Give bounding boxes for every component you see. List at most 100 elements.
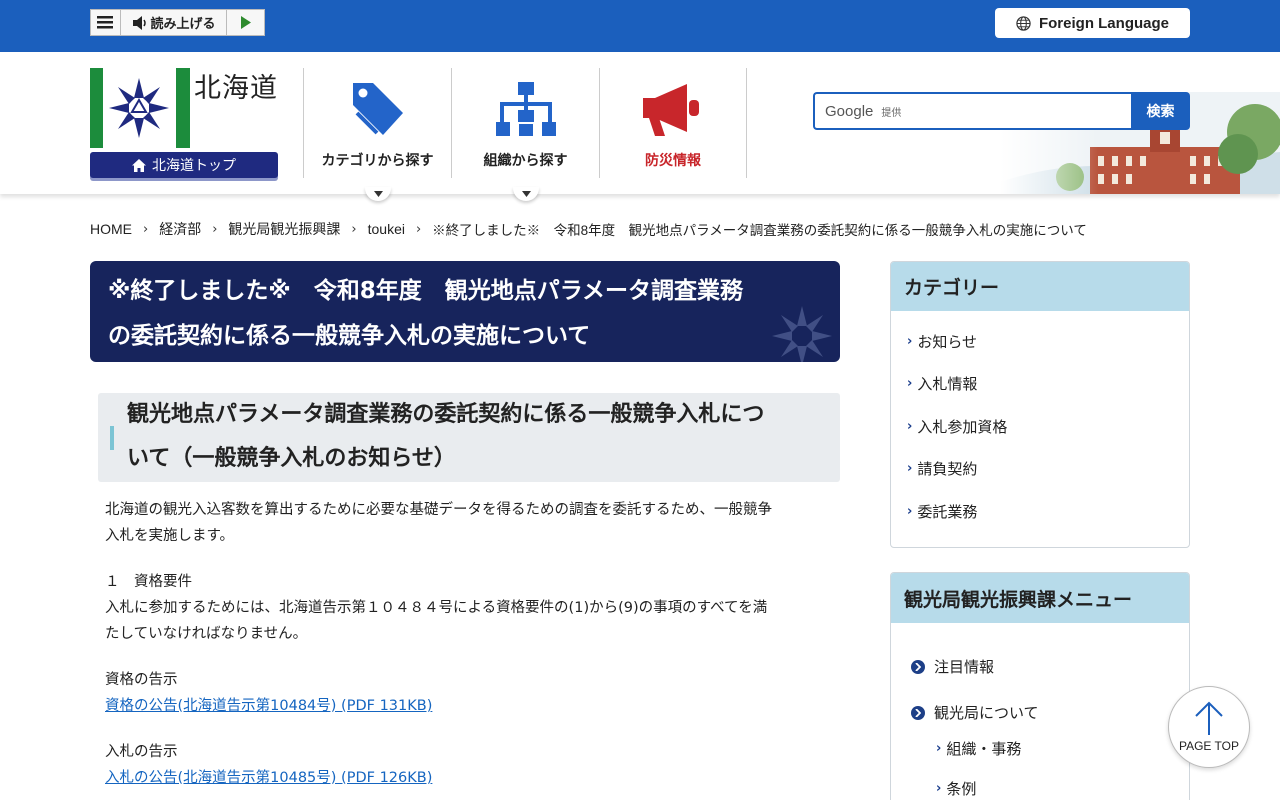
org-chart-icon xyxy=(495,82,556,136)
page-top-label: PAGE TOP xyxy=(1178,739,1240,753)
nav-organization-search[interactable]: 組織から探す xyxy=(451,68,599,178)
hokkaido-top-button[interactable]: 北海道トップ xyxy=(90,152,278,178)
category-item-bid-info[interactable]: › 入札情報 xyxy=(907,373,977,394)
emblem-watermark-icon xyxy=(772,306,832,362)
chevron-right-icon: › xyxy=(936,741,942,756)
chevron-right-icon: › xyxy=(907,376,913,391)
read-aloud-button[interactable]: 読み上げる xyxy=(120,10,228,35)
chevron-right-icon: › xyxy=(907,419,913,434)
page-title-line-1: ※終了しました※ 令和8年度 観光地点パラメータ調査業務 xyxy=(108,278,744,304)
breadcrumb-current: ※終了しました※ 令和8年度 観光地点パラメータ調査業務の委託契約に係る一般競争… xyxy=(432,223,1087,238)
qualification-notice-pdf-link[interactable]: 資格の公告(北海道告示第10484号) (PDF 131KB) xyxy=(105,698,432,714)
google-provided-label: 提供 xyxy=(881,107,902,119)
menu-icon xyxy=(97,16,114,29)
logo-text: 北海道 xyxy=(194,73,278,104)
section-heading-line-1: 観光地点パラメータ調査業務の委託契約に係る一般競争入札につ xyxy=(127,402,765,427)
section-heading: 観光地点パラメータ調査業務の委託契約に係る一般競争入札につ いて（一般競争入札の… xyxy=(98,393,840,482)
chevron-down-icon xyxy=(521,191,531,197)
foreign-language-label: Foreign Language xyxy=(1038,14,1169,32)
menu-item-about-tourism-bureau[interactable]: 観光局について xyxy=(911,702,1039,723)
breadcrumb: HOME › 経済部 › 観光局観光振興課 › toukei › ※終了しました… xyxy=(90,219,1087,239)
search-input[interactable]: Google 提供 xyxy=(813,92,1131,130)
category-item-contract[interactable]: › 請負契約 xyxy=(907,458,977,479)
home-icon xyxy=(132,158,146,172)
breadcrumb-home[interactable]: HOME xyxy=(90,221,132,237)
menu-item-label: 観光局について xyxy=(934,704,1039,722)
nav-disaster-label: 防災情報 xyxy=(645,153,701,169)
search-button[interactable]: 検索 xyxy=(1131,92,1190,130)
hokkaido-top-label: 北海道トップ xyxy=(152,158,236,174)
chevron-right-icon: › xyxy=(415,221,422,237)
chevron-down-icon xyxy=(373,191,383,197)
hokkaido-logo[interactable]: 北海道 xyxy=(90,68,280,148)
tag-icon xyxy=(352,83,403,135)
nav-disaster-info[interactable]: 防災情報 xyxy=(599,68,747,178)
site-search: Google 提供 検索 xyxy=(813,92,1190,130)
menu-subitem-label: 条例 xyxy=(946,780,977,798)
menu-subitem-label: 組織・事務 xyxy=(946,740,1022,758)
chevron-right-icon: › xyxy=(936,781,942,796)
qualification-notice: 資格の告示 資格の公告(北海道告示第10484号) (PDF 131KB) xyxy=(105,667,840,719)
globe-icon xyxy=(1016,15,1031,31)
category-item-bid-qualification[interactable]: › 入札参加資格 xyxy=(907,416,1007,437)
chevron-right-icon: › xyxy=(907,334,913,349)
category-item-oshirase[interactable]: › お知らせ xyxy=(907,331,977,352)
page-title-line-2: の委託契約に係る一般競争入札の実施について xyxy=(108,323,591,349)
category-item-label: 入札参加資格 xyxy=(917,418,1008,436)
category-title: カテゴリー xyxy=(891,262,1189,311)
nav-category-label: カテゴリから探す xyxy=(321,153,434,169)
page-title: ※終了しました※ 令和8年度 観光地点パラメータ調査業務 の委託契約に係る一般競… xyxy=(90,261,840,362)
google-label: Google xyxy=(825,102,874,120)
requirements-paragraph: １ 資格要件 入札に参加するためには、北海道告示第１０４８４号による資格要件の(… xyxy=(105,569,840,647)
section-heading-line-2: いて（一般競争入札のお知らせ） xyxy=(127,446,456,471)
chevron-right-icon: › xyxy=(143,221,149,237)
category-item-outsourcing[interactable]: › 委託業務 xyxy=(907,501,977,522)
intro-paragraph: 北海道の観光入込客数を算出するために必要な基礎データを得るための調査を委託するた… xyxy=(105,497,840,549)
speaker-icon xyxy=(132,15,146,30)
intro-line-1: 北海道の観光入込客数を算出するために必要な基礎データを得るための調査を委託するた… xyxy=(105,502,772,518)
requirements-line-1: 入札に参加するためには、北海道告示第１０４８４号による資格要件の(1)から(9)… xyxy=(105,600,768,616)
category-item-label: 委託業務 xyxy=(917,503,978,521)
breadcrumb-economy[interactable]: 経済部 xyxy=(159,219,201,239)
foreign-language-button[interactable]: Foreign Language xyxy=(995,8,1190,38)
nav-category-search[interactable]: カテゴリから探す xyxy=(303,68,451,178)
intro-line-2: 入札を実施します。 xyxy=(105,528,235,544)
megaphone-icon xyxy=(643,84,699,136)
page-top-button[interactable]: PAGE TOP xyxy=(1168,686,1250,768)
breadcrumb-toukei[interactable]: toukei xyxy=(368,221,405,237)
nav-organization-label: 組織から探す xyxy=(483,153,568,169)
menu-subitem-organization[interactable]: › 組織・事務 xyxy=(936,738,1021,759)
requirements-heading: １ 資格要件 xyxy=(105,574,192,590)
division-menu-title: 観光局観光振興課メニュー xyxy=(891,573,1189,623)
category-item-label: お知らせ xyxy=(917,333,978,351)
circle-chevron-icon xyxy=(911,705,925,720)
heading-accent-bar xyxy=(110,426,114,450)
bid-notice-pdf-link[interactable]: 入札の公告(北海道告示第10485号) (PDF 126KB) xyxy=(105,770,432,786)
hokkaido-emblem-icon xyxy=(90,68,190,148)
chevron-right-icon: › xyxy=(907,461,913,476)
bid-notice: 入札の告示 入札の公告(北海道告示第10485号) (PDF 126KB) xyxy=(105,739,840,791)
arrow-up-icon xyxy=(1195,701,1223,735)
menu-item-label: 注目情報 xyxy=(934,658,995,676)
breadcrumb-tourism-division[interactable]: 観光局観光振興課 xyxy=(228,219,340,239)
chevron-right-icon: › xyxy=(907,504,913,519)
play-button[interactable] xyxy=(227,10,264,35)
circle-chevron-icon xyxy=(911,659,925,674)
organization-dropdown-toggle[interactable] xyxy=(513,187,539,201)
chevron-right-icon: › xyxy=(351,221,357,237)
category-box: カテゴリー › お知らせ › 入札情報 › 入札参加資格 › 請負契約 › 委託… xyxy=(890,261,1190,548)
play-icon xyxy=(240,16,251,29)
read-aloud-menu-button[interactable] xyxy=(91,10,121,35)
category-dropdown-toggle[interactable] xyxy=(365,187,391,201)
chevron-right-icon: › xyxy=(212,221,218,237)
division-menu-box: 観光局観光振興課メニュー 注目情報 観光局について › 組織・事務 › 条例 xyxy=(890,572,1190,800)
bid-notice-label: 入札の告示 xyxy=(105,744,178,760)
top-bar: 読み上げる Foreign Language xyxy=(0,0,1280,52)
category-item-label: 請負契約 xyxy=(917,460,978,478)
menu-item-featured[interactable]: 注目情報 xyxy=(911,656,994,677)
read-aloud-label: 読み上げる xyxy=(150,17,216,32)
menu-subitem-ordinance[interactable]: › 条例 xyxy=(936,778,976,799)
site-header: 北海道 北海道トップ カテゴリから探す 組織から探す 防災情報 Google 提… xyxy=(0,52,1280,201)
qualification-notice-label: 資格の告示 xyxy=(105,672,178,688)
read-aloud-toolbar: 読み上げる xyxy=(90,9,265,36)
